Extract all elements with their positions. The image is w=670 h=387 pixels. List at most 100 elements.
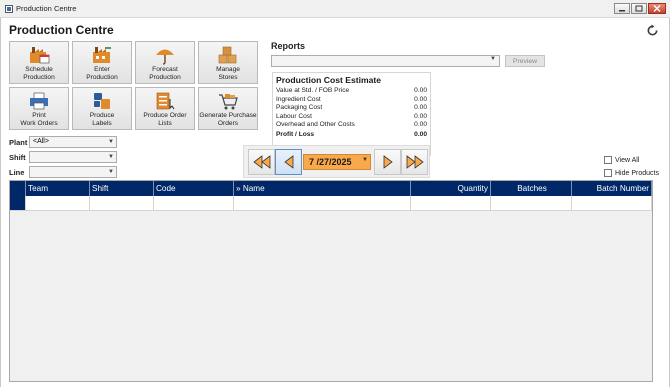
table-cell[interactable] (411, 196, 491, 211)
reports-title: Reports (271, 41, 306, 51)
minimize-button[interactable] (614, 3, 630, 14)
tile-label: Produce Order Lists (143, 112, 187, 127)
checkbox-box[interactable] (604, 156, 612, 164)
maximize-button[interactable] (631, 3, 647, 14)
cost-value: 0.00 (414, 121, 427, 128)
cost-row: Ingredient Cost 0.00 (276, 96, 427, 105)
cost-estimate-title: Production Cost Estimate (276, 75, 382, 85)
chevron-down-icon: ▼ (490, 56, 496, 62)
cost-label: Ingredient Cost (276, 95, 321, 103)
view-all-checkbox[interactable]: View All (604, 156, 639, 164)
cost-value: 0.00 (414, 87, 427, 94)
row-indicator-header (10, 181, 26, 196)
minimize-icon (619, 9, 625, 11)
tile-label: Print Work Orders (20, 112, 58, 127)
boxes-stores-icon (217, 45, 239, 65)
table-cell[interactable] (154, 196, 234, 211)
previous-date-button[interactable] (275, 149, 302, 175)
produce-labels-button[interactable]: Produce Labels (72, 87, 132, 130)
column-header-batch-number[interactable]: Batch Number (572, 181, 652, 196)
tile-label: Enter Production (86, 66, 118, 81)
tile-label: Generate Purchase Orders (199, 112, 257, 127)
right-arrow-icon (383, 155, 393, 169)
cost-row: Labour Cost 0.00 (276, 113, 427, 122)
production-centre-window: Production Centre Schedule Production En… (0, 18, 670, 387)
cost-label: Packaging Cost (276, 104, 323, 111)
cost-label: Value at Std. / FOB Price (276, 87, 350, 94)
reports-select[interactable]: ▼ (271, 55, 500, 67)
line-select[interactable]: ▼ (29, 166, 117, 178)
reports-section: Reports ▼ Preview (271, 41, 545, 67)
close-icon (653, 5, 661, 12)
table-cell[interactable] (26, 196, 90, 211)
maximize-icon (635, 5, 643, 12)
production-grid[interactable]: Team Shift Code » Name Quantity Batches … (9, 180, 653, 382)
view-all-label: View All (615, 156, 640, 164)
chevron-down-icon: ▼ (108, 154, 114, 160)
close-button[interactable] (648, 3, 666, 14)
double-right-arrow-icon (406, 155, 424, 169)
cost-row: Value at Std. / FOB Price 0.00 (276, 87, 427, 96)
enter-production-button[interactable]: Enter Production (72, 41, 132, 84)
shift-select[interactable]: ▼ (29, 151, 117, 163)
table-cell[interactable] (90, 196, 154, 211)
checkbox-box[interactable] (604, 169, 612, 177)
column-header-batches[interactable]: Batches (491, 181, 572, 196)
tile-label: Forecast Production (149, 66, 181, 81)
schedule-production-button[interactable]: Schedule Production (9, 41, 69, 84)
chevron-down-icon: ▼ (362, 157, 368, 163)
cost-value: 0.00 (414, 104, 427, 111)
shopping-cart-icon (217, 91, 239, 111)
column-header-team[interactable]: Team (26, 181, 90, 196)
column-header-quantity[interactable]: Quantity (411, 181, 491, 196)
hide-products-checkbox[interactable]: Hide Products (604, 169, 659, 177)
cost-row: Overhead and Other Costs 0.00 (276, 121, 427, 130)
profit-loss-value: 0.00 (414, 130, 427, 138)
left-arrow-icon (283, 155, 293, 169)
tile-label: Produce Labels (89, 112, 115, 127)
factory-enter-icon (91, 45, 113, 65)
shift-label: Shift (9, 152, 26, 162)
manage-stores-button[interactable]: Manage Stores (198, 41, 258, 84)
line-label: Line (9, 167, 25, 177)
last-date-button[interactable] (401, 149, 428, 175)
forecast-production-button[interactable]: Forecast Production (135, 41, 195, 84)
umbrella-forecast-icon (154, 45, 176, 65)
tile-label: Schedule Production (23, 66, 55, 81)
column-header-code[interactable]: Code (154, 181, 234, 196)
produce-order-lists-button[interactable]: Produce Order Lists (135, 87, 195, 130)
print-work-orders-button[interactable]: Print Work Orders (9, 87, 69, 130)
row-indicator[interactable] (10, 196, 26, 211)
plant-select[interactable]: <All> ▼ (29, 136, 117, 148)
plant-value: <All> (33, 138, 49, 145)
cost-label: Overhead and Other Costs (276, 121, 355, 128)
cost-label: Labour Cost (276, 112, 312, 120)
order-list-icon (154, 91, 176, 111)
profit-loss-row: Profit / Loss 0.00 (276, 131, 427, 140)
filters-panel: Plant <All> ▼ Shift ▼ Line ▼ (9, 135, 117, 180)
profit-loss-label: Profit / Loss (276, 130, 315, 138)
double-left-arrow-icon (252, 155, 270, 169)
table-cell[interactable] (572, 196, 652, 211)
column-header-shift[interactable]: Shift (90, 181, 154, 196)
production-cost-estimate: Production Cost Estimate Value at Std. /… (272, 72, 431, 156)
next-date-button[interactable] (374, 149, 401, 175)
date-picker[interactable]: 7 /27/2025 ▼ (303, 154, 371, 170)
tile-label: Manage Stores (216, 66, 240, 81)
preview-button[interactable]: Preview (505, 55, 545, 67)
generate-purchase-orders-button[interactable]: Generate Purchase Orders (198, 87, 258, 130)
factory-calendar-icon (28, 45, 50, 65)
action-tiles: Schedule Production Enter Production For… (9, 41, 269, 130)
window-titlebar: Production Centre (0, 0, 670, 18)
chevron-down-icon: ▼ (108, 169, 114, 175)
table-cell[interactable] (234, 196, 411, 211)
hide-products-label: Hide Products (615, 169, 659, 177)
column-header-name[interactable]: » Name (234, 181, 411, 196)
cost-value: 0.00 (414, 112, 427, 120)
labels-icon (91, 91, 113, 111)
first-date-button[interactable] (248, 149, 275, 175)
table-row[interactable] (10, 196, 652, 211)
refresh-icon[interactable] (646, 24, 659, 37)
table-cell[interactable] (491, 196, 572, 211)
app-icon (4, 4, 13, 13)
